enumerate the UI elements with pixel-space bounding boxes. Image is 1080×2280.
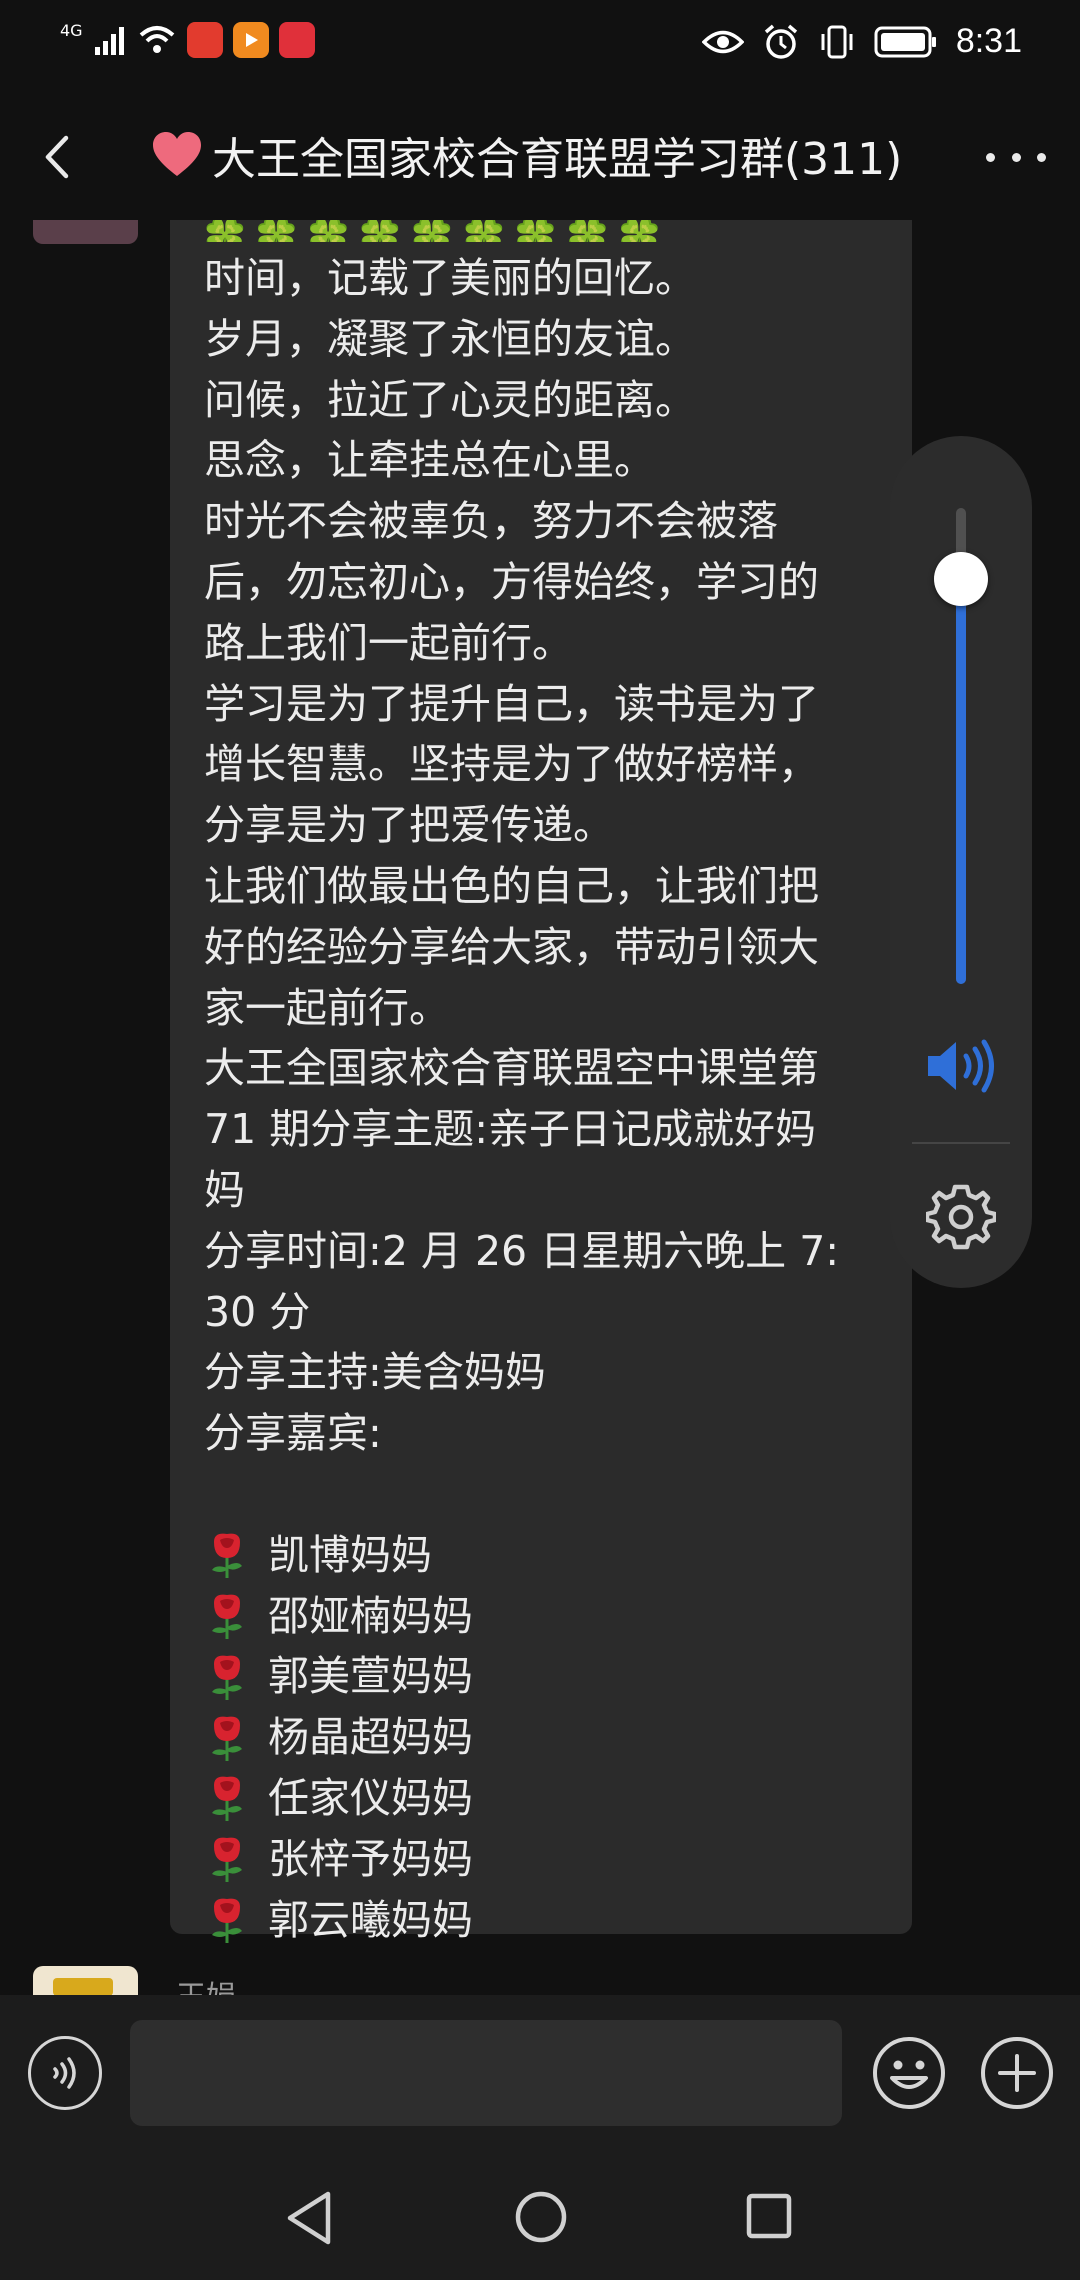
wifi-icon (139, 26, 174, 53)
message-line: 分享主持:美含妈妈 (204, 1348, 546, 1397)
volume-panel (890, 436, 1032, 1288)
alarm-icon (764, 24, 797, 59)
message-line: 分享时间:2 月 26 日星期六晚上 7: (204, 1226, 840, 1275)
guest-name: 邵娅楠妈妈 (268, 1591, 473, 1640)
nav-recent-icon[interactable] (745, 2192, 793, 2240)
back-chevron-icon (45, 135, 69, 179)
chat-header: 大王全国家校合育联盟学习群(311) (0, 92, 1080, 220)
message-line: 让我们做最出色的自己，让我们把 (204, 861, 819, 910)
network-type: 4G (60, 20, 83, 40)
plus-icon[interactable] (978, 2034, 1056, 2112)
guest-name: 杨晶超妈妈 (268, 1713, 473, 1762)
gift-app-icon (278, 22, 315, 58)
message-line: 30 分 (204, 1287, 311, 1336)
guest-item: 任家仪妈妈 (204, 1768, 894, 1829)
voice-button[interactable] (28, 2036, 102, 2110)
message-line: 71 期分享主题:亲子日记成就好妈 (204, 1105, 817, 1154)
message-line: 思念，让牵挂总在心里。 (204, 436, 655, 485)
guest-name: 任家仪妈妈 (268, 1773, 473, 1822)
guest-name: 郭美萱妈妈 (268, 1652, 473, 1701)
message-line: 分享是为了把爱传递。 (204, 801, 614, 850)
back-button[interactable] (30, 122, 90, 192)
nav-home-icon[interactable] (514, 2190, 568, 2244)
message-bubble[interactable]: 🍀🍀🍀🍀🍀🍀🍀🍀🍀 时间，记载了美丽的回忆。岁月，凝聚了永恒的友谊。问候，拉近了… (170, 220, 912, 1944)
rose-icon (212, 1533, 242, 1579)
guest-item: 郭美萱妈妈 (204, 1646, 894, 1707)
chat-title[interactable]: 大王全国家校合育联盟学习群(311) (150, 120, 930, 190)
speaker-icon[interactable] (924, 1036, 1000, 1096)
message-line: 大王全国家校合育联盟空中课堂第 (204, 1044, 819, 1093)
rose-icon (212, 1655, 242, 1700)
guest-name: 郭云曦妈妈 (268, 1895, 473, 1944)
message-text: 时间，记载了美丽的回忆。 岁月，凝聚了永恒的友谊。 问候，拉近了心灵的距离。 思念，让… (204, 248, 894, 1950)
message-line: 问候，拉近了心灵的距离。 (204, 375, 696, 424)
message-line: 增长智慧。坚持是为了做好榜样， (204, 740, 819, 789)
message-line: 分享嘉宾: (204, 1409, 382, 1458)
rose-icon (212, 1837, 242, 1883)
gear-icon[interactable] (926, 1181, 996, 1251)
message-line: 家一起前行。 (204, 983, 450, 1032)
message-line: 妈 (204, 1165, 245, 1214)
system-nav-bar (0, 2170, 1080, 2280)
more-button[interactable] (986, 132, 1046, 182)
divider (912, 1142, 1010, 1144)
guest-item: 杨晶超妈妈 (204, 1707, 894, 1768)
message-line: 时光不会被辜负，努力不会被落 (204, 497, 778, 546)
clock: 8:31 (955, 22, 1022, 60)
status-right: 8:31 (701, 22, 1022, 61)
rose-icon (212, 1716, 242, 1761)
guest-name: 张梓予妈妈 (268, 1834, 473, 1883)
chat-title-text: 大王全国家校合育联盟学习群(311) (212, 134, 903, 185)
eye-icon (701, 30, 744, 53)
guest-item: 凯博妈妈 (204, 1525, 894, 1586)
avatar[interactable] (33, 1966, 138, 1995)
guest-name: 凯博妈妈 (268, 1530, 432, 1579)
message-line: 后，勿忘初心，方得始终，学习的 (204, 557, 819, 606)
message-input[interactable] (130, 2020, 842, 2126)
video-app-icon (232, 22, 269, 58)
battery-icon (874, 26, 936, 57)
rose-icon (212, 1898, 242, 1943)
sender-name: 王娟 (176, 1972, 236, 1995)
signal-icon (94, 27, 124, 55)
message-line: 路上我们一起前行。 (204, 618, 573, 667)
rose-icon (212, 1594, 242, 1639)
nav-back-icon[interactable] (284, 2190, 334, 2246)
message-line: 岁月，凝聚了永恒的友谊。 (204, 314, 696, 363)
guest-item: 张梓予妈妈 (204, 1829, 894, 1890)
clover-decoration: 🍀🍀🍀🍀🍀🍀🍀🍀🍀 (200, 220, 666, 242)
vibrate-icon (821, 25, 853, 58)
input-bar (0, 1995, 1080, 2170)
message-line: 学习是为了提升自己，读书是为了 (204, 679, 819, 728)
more-dots-icon (986, 152, 995, 162)
rose-icon (212, 1776, 242, 1822)
avatar[interactable] (33, 220, 138, 244)
huawei-app-icon (186, 22, 223, 58)
guest-item: 邵娅楠妈妈 (204, 1586, 894, 1647)
status-left: 4G (60, 20, 315, 58)
voice-icon (53, 2057, 76, 2089)
heart-icon (153, 132, 201, 176)
message-line: 时间，记载了美丽的回忆。 (204, 254, 696, 302)
status-bar: 4G 8:31 (0, 0, 1080, 92)
guest-item: 郭云曦妈妈 (204, 1890, 894, 1951)
message-line: 好的经验分享给大家，带动引领大 (204, 922, 819, 971)
emoji-icon[interactable] (870, 2034, 948, 2112)
volume-slider-knob[interactable] (934, 552, 988, 607)
volume-level-fill (956, 579, 966, 984)
